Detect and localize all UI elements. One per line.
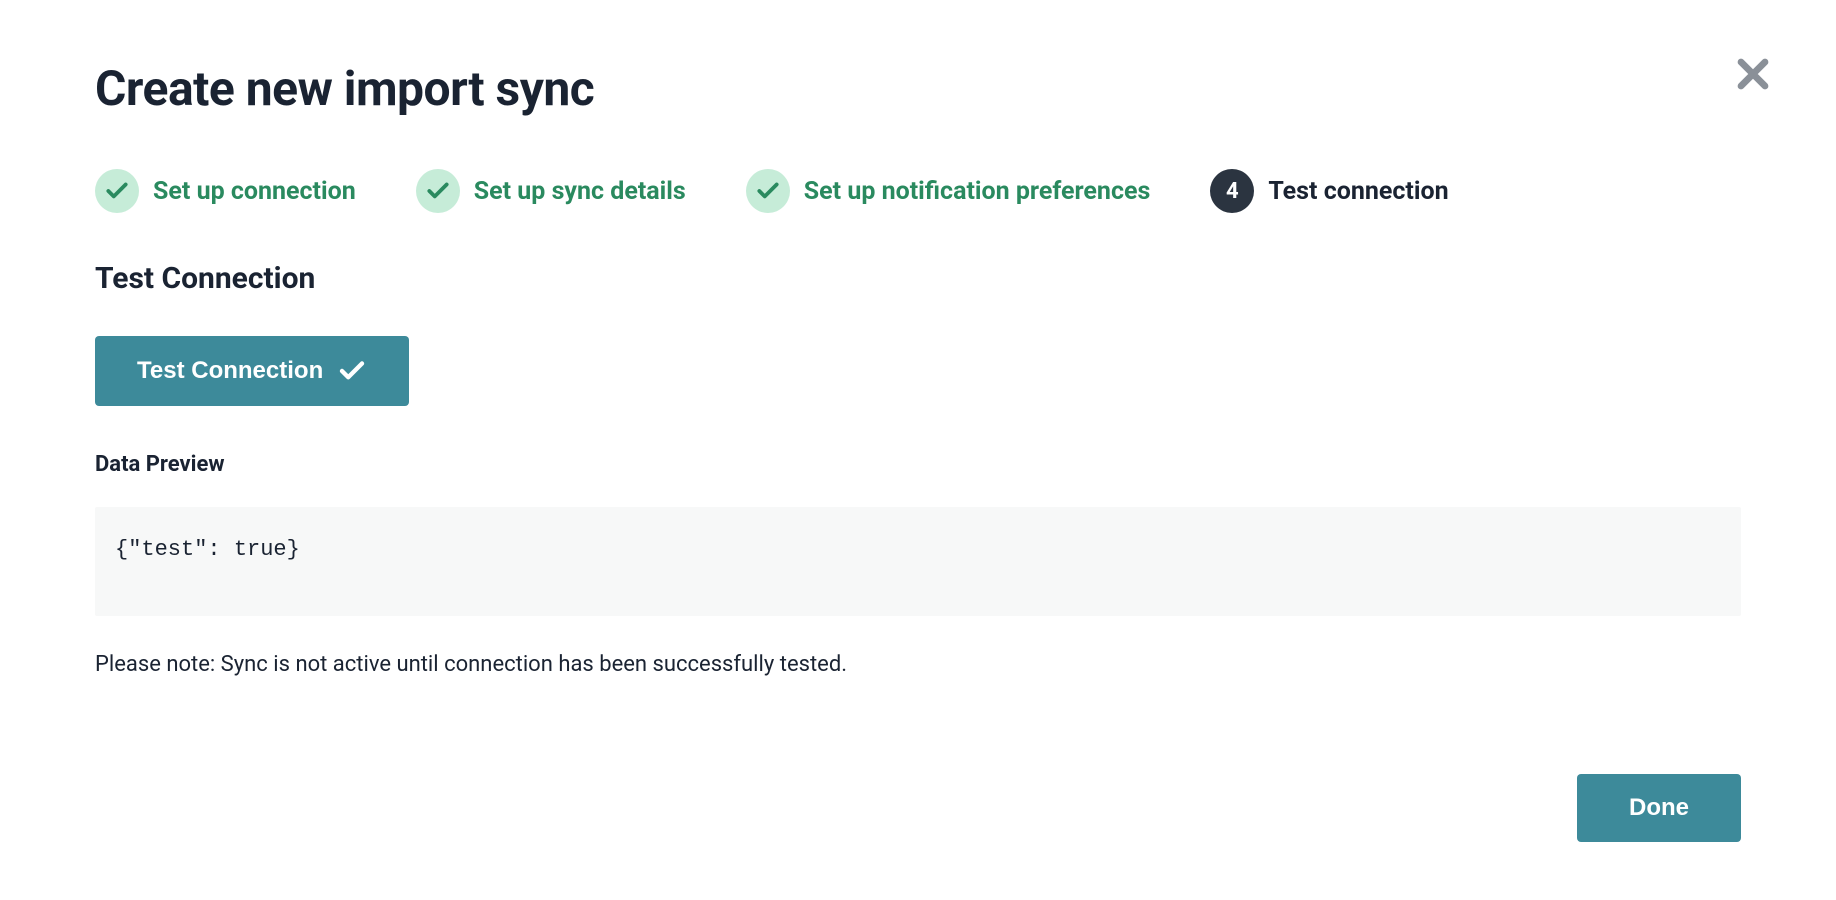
- step-label: Set up notification preferences: [804, 177, 1151, 206]
- step-sync-details[interactable]: Set up sync details: [416, 169, 686, 213]
- step-label: Set up connection: [153, 177, 356, 206]
- footer: Done: [1577, 774, 1741, 842]
- close-button[interactable]: [1735, 56, 1771, 96]
- check-circle-icon: [746, 169, 790, 213]
- done-button[interactable]: Done: [1577, 774, 1741, 842]
- page-title: Create new import sync: [95, 60, 1741, 117]
- data-preview-label: Data Preview: [95, 452, 1741, 477]
- step-label: Set up sync details: [474, 177, 686, 206]
- test-connection-label: Test Connection: [137, 357, 323, 385]
- test-connection-button[interactable]: Test Connection: [95, 336, 409, 406]
- step-test-connection[interactable]: 4 Test connection: [1210, 169, 1448, 213]
- step-label: Test connection: [1268, 177, 1448, 206]
- stepper: Set up connection Set up sync details Se…: [95, 169, 1741, 213]
- step-connection[interactable]: Set up connection: [95, 169, 356, 213]
- close-icon: [1735, 56, 1771, 92]
- section-title: Test Connection: [95, 261, 1741, 296]
- check-icon: [337, 356, 367, 386]
- check-circle-icon: [416, 169, 460, 213]
- data-preview-box: {"test": true}: [95, 507, 1741, 616]
- note-text: Please note: Sync is not active until co…: [95, 652, 1741, 677]
- check-circle-icon: [95, 169, 139, 213]
- step-number-badge: 4: [1210, 169, 1254, 213]
- step-notification-preferences[interactable]: Set up notification preferences: [746, 169, 1151, 213]
